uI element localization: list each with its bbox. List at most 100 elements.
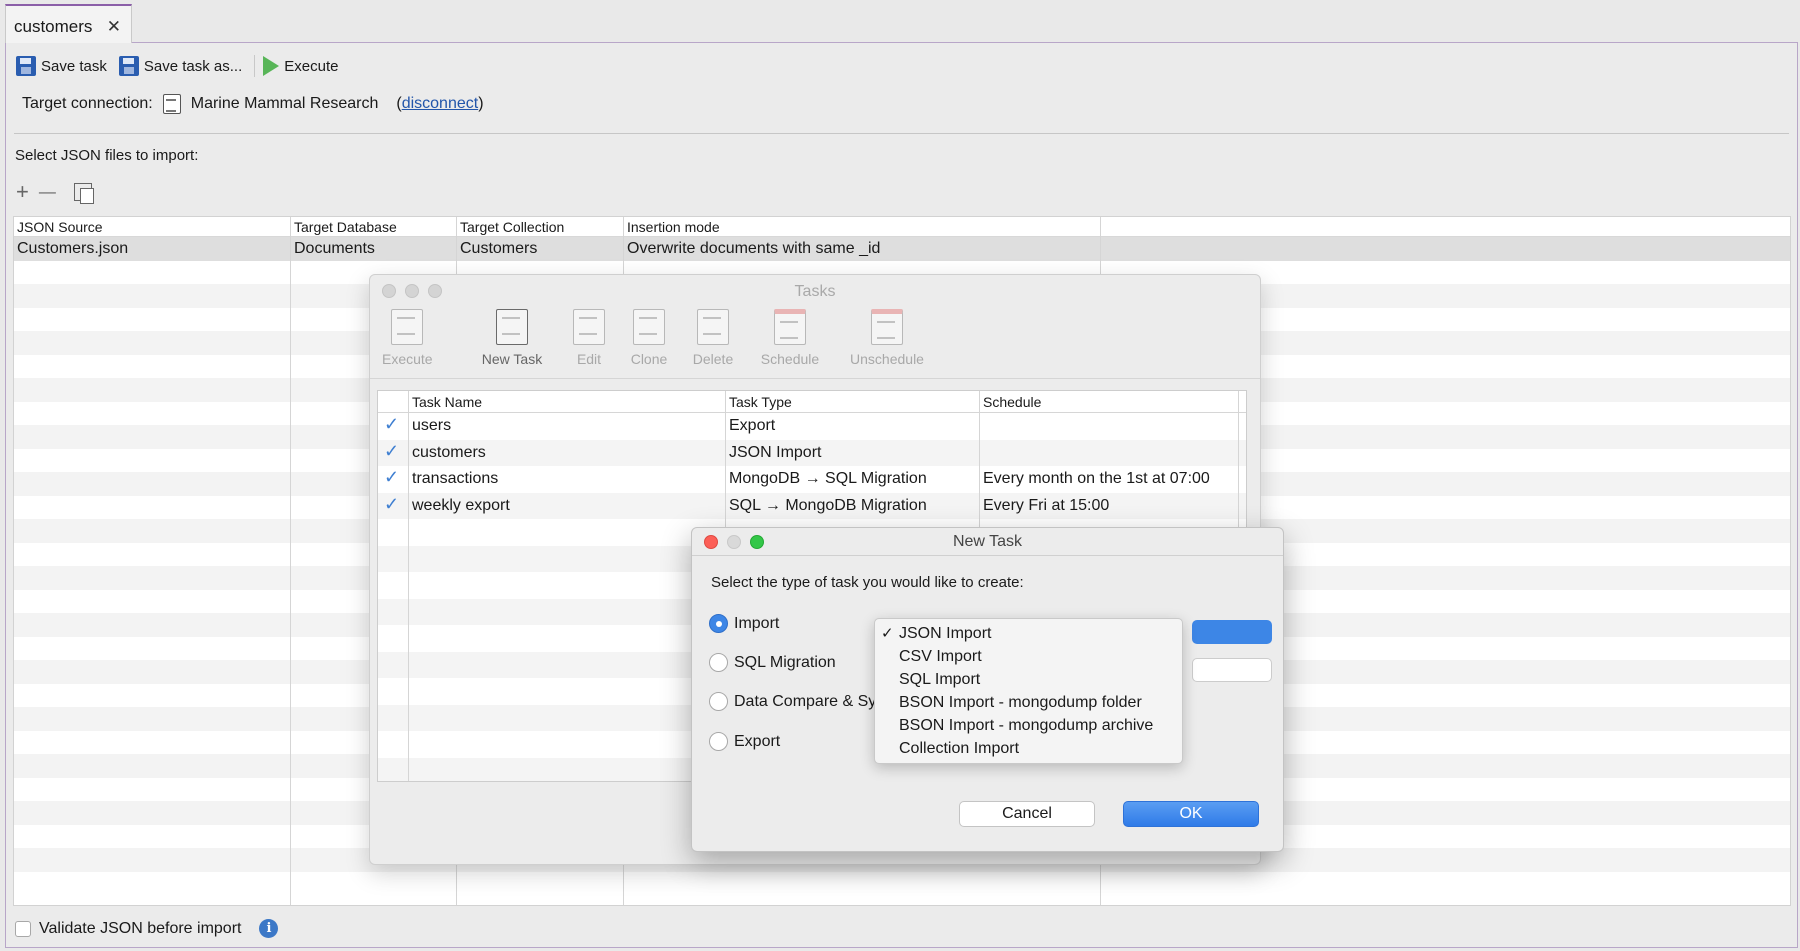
checkmark-icon[interactable]: ✓ — [384, 494, 399, 515]
menu-item-csv-import[interactable]: CSV Import — [875, 646, 1182, 669]
radio-data-compare[interactable]: Data Compare & Sync — [709, 692, 893, 711]
table-header: JSON Source Target Database Target Colle… — [14, 217, 1790, 237]
radio-button[interactable] — [709, 692, 728, 711]
play-icon — [263, 56, 280, 76]
column-header[interactable]: Target Collection — [460, 219, 564, 235]
new-task-icon — [496, 309, 528, 345]
radio-label: Import — [734, 614, 780, 632]
column-header[interactable]: Schedule — [983, 394, 1041, 410]
execute-button[interactable]: Execute — [263, 53, 344, 79]
column-header[interactable]: JSON Source — [17, 219, 103, 235]
target-connection: Target connection: Marine Mammal Researc… — [22, 94, 484, 114]
new-task-dialog: New Task Select the type of task you wou… — [691, 527, 1284, 852]
schedule-task-button[interactable]: Schedule — [755, 309, 825, 367]
close-icon[interactable]: ✕ — [107, 17, 121, 37]
column-header[interactable]: Task Type — [729, 394, 792, 410]
radio-button[interactable] — [709, 732, 728, 751]
radio-button[interactable] — [709, 653, 728, 672]
task-row[interactable]: ✓ transactions MongoDB → SQL Migration E… — [378, 466, 1246, 493]
tab-label: customers — [14, 17, 93, 36]
ok-button[interactable]: OK — [1123, 801, 1259, 827]
checkmark-icon[interactable]: ✓ — [384, 414, 399, 435]
dialog-title: New Task — [952, 533, 1023, 550]
tasks-toolbar: Execute New Task Edit Clone Delete Sched… — [370, 309, 1260, 379]
tab-customers[interactable]: customers ✕ — [5, 4, 132, 44]
save-task-label: Save task — [41, 57, 107, 75]
task-name: weekly export — [412, 496, 510, 514]
radio-import[interactable]: Import — [709, 614, 779, 633]
add-file-button[interactable]: + — [16, 179, 29, 205]
menu-item-json-import[interactable]: ✓ JSON Import — [875, 623, 1182, 646]
database-icon — [162, 94, 181, 114]
menu-item-bson-folder[interactable]: BSON Import - mongodump folder — [875, 692, 1182, 715]
table-row[interactable]: Customers.json Documents Customers Overw… — [14, 237, 1790, 261]
task-row[interactable]: ✓ weekly export SQL → MongoDB Migration … — [378, 492, 1246, 519]
radio-label: SQL Migration — [734, 653, 836, 671]
task-type-select[interactable] — [1192, 620, 1272, 644]
tool-label: Edit — [576, 351, 602, 367]
cell-json-source: Customers.json — [17, 240, 129, 257]
remove-file-button[interactable]: — — [39, 182, 56, 202]
task-name: users — [412, 417, 452, 434]
radio-sql-migration[interactable]: SQL Migration — [709, 653, 836, 672]
target-connection-label: Target connection: — [22, 95, 153, 112]
tool-label: New Task — [481, 351, 543, 367]
column-header[interactable]: Task Name — [412, 394, 482, 410]
task-type: SQL → MongoDB Migration — [729, 496, 927, 514]
delete-task-button[interactable]: Delete — [688, 309, 738, 367]
radio-button-selected[interactable] — [709, 614, 728, 633]
edit-task-button[interactable]: Edit — [566, 309, 612, 367]
paren-close: ) — [478, 95, 484, 112]
tasks-table-header: Task Name Task Type Schedule — [378, 391, 1246, 413]
task-name: customers — [412, 443, 486, 461]
menu-item-sql-import[interactable]: SQL Import — [875, 669, 1182, 692]
task-type: JSON Import — [729, 443, 822, 461]
tool-label: Unschedule — [850, 351, 924, 367]
save-task-button[interactable]: Save task — [16, 53, 113, 79]
save-task-as-button[interactable]: Save task as... — [118, 53, 248, 79]
edit-task-icon — [573, 309, 605, 345]
checkmark-icon[interactable]: ✓ — [384, 441, 399, 462]
task-row[interactable]: ✓ users Export — [378, 413, 1246, 440]
clone-task-icon — [633, 309, 665, 345]
disconnect-link[interactable]: disconnect — [402, 95, 479, 112]
copy-icon[interactable] — [73, 183, 94, 204]
disconnect-wrapper: (disconnect) — [396, 95, 483, 113]
validate-checkbox[interactable] — [15, 920, 31, 937]
execute-task-icon — [391, 309, 423, 345]
tasks-title: Tasks — [794, 283, 836, 300]
checkmark-icon[interactable]: ✓ — [384, 467, 399, 488]
toolbar-separator — [254, 55, 256, 77]
cancel-button[interactable]: Cancel — [959, 801, 1095, 827]
validate-option: Validate JSON before import i — [15, 919, 279, 938]
execute-label: Execute — [284, 57, 339, 75]
tasks-execute-button[interactable]: Execute — [382, 309, 433, 367]
cell-target-collection: Customers — [460, 240, 538, 257]
unschedule-task-button[interactable]: Unschedule — [844, 309, 930, 367]
select-files-label: Select JSON files to import: — [15, 147, 199, 164]
menu-item-bson-archive[interactable]: BSON Import - mongodump archive — [875, 715, 1182, 738]
column-header[interactable]: Target Database — [294, 219, 397, 235]
info-icon[interactable]: i — [259, 919, 279, 938]
column-divider — [408, 391, 409, 781]
cell-target-database: Documents — [294, 240, 375, 257]
task-row[interactable]: ✓ customers JSON Import — [378, 439, 1246, 466]
clone-task-button[interactable]: Clone — [625, 309, 673, 367]
radio-export[interactable]: Export — [709, 732, 780, 751]
validate-label: Validate JSON before import — [39, 919, 242, 937]
task-subtype-select[interactable] — [1192, 658, 1272, 682]
file-tools: + — — [16, 179, 94, 205]
task-schedule: Every month on the 1st at 07:00 — [983, 470, 1210, 487]
tool-label: Delete — [692, 351, 734, 367]
menu-item-collection-import[interactable]: Collection Import — [875, 738, 1182, 761]
floppy-disk-icon — [16, 56, 36, 76]
target-connection-name: Marine Mammal Research — [190, 95, 379, 112]
toolbar: Save task Save task as... Execute — [16, 53, 350, 79]
new-task-button[interactable]: New Task — [477, 309, 547, 367]
radio-label: Export — [734, 732, 781, 750]
task-schedule: Every Fri at 15:00 — [983, 496, 1110, 514]
radio-label: Data Compare & Sync — [734, 692, 894, 710]
floppy-disk-as-icon — [118, 56, 139, 76]
task-type: Export — [729, 417, 776, 434]
column-header[interactable]: Insertion mode — [627, 219, 720, 235]
